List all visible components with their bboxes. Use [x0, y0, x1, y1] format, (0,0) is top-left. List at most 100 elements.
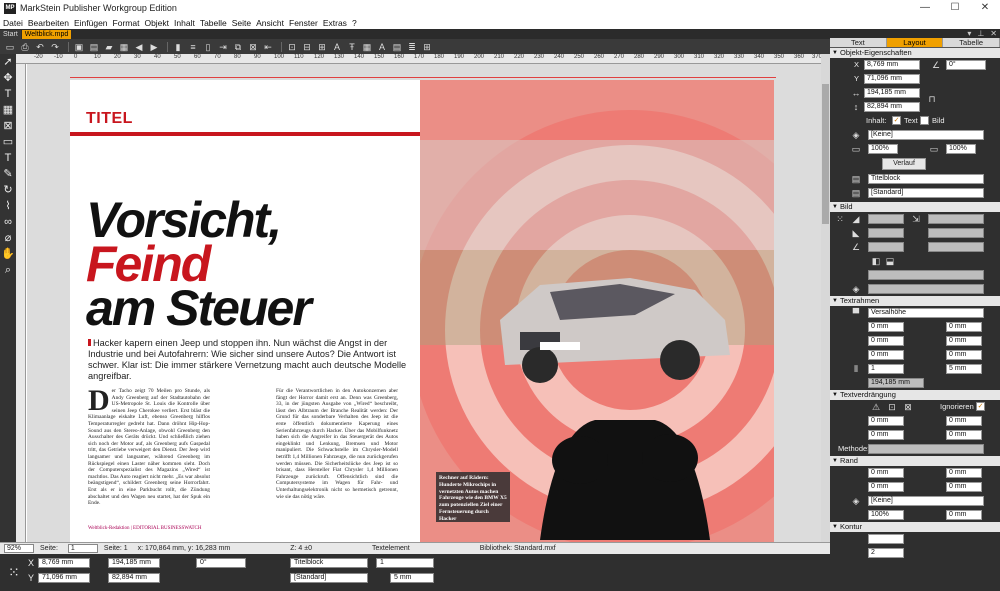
contour-style-select[interactable]	[868, 534, 904, 544]
select-arrow-icon[interactable]: ➚	[0, 54, 16, 70]
obj-opacity-field[interactable]: 100%	[868, 144, 898, 154]
page-delete-icon[interactable]: ⊠	[247, 42, 259, 52]
content-tool-icon[interactable]: ✥	[0, 70, 16, 86]
rotate-tool-icon[interactable]: ↻	[0, 182, 16, 198]
menu-help[interactable]: ?	[352, 18, 357, 28]
panel-close-icon[interactable]: ✕	[990, 29, 997, 38]
column-gap-field[interactable]: 5 mm	[946, 364, 982, 374]
page-export-icon[interactable]: ⇤	[262, 42, 274, 52]
eyedropper-icon[interactable]: ⌇	[0, 198, 16, 214]
menu-ansicht[interactable]: Ansicht	[256, 18, 284, 28]
obj-width-field[interactable]: 194,185 mm	[864, 88, 920, 98]
text-frame-icon[interactable]: ⊞	[316, 42, 328, 52]
menu-seite[interactable]: Seite	[232, 18, 251, 28]
section-bild-header[interactable]: Bild	[830, 202, 1000, 212]
bottom-width-field[interactable]: 194,185 mm	[108, 558, 160, 568]
lead-text[interactable]: Hacker kapern einen Jeep und stoppen ihn…	[88, 338, 408, 382]
tab-text[interactable]: Text	[830, 38, 887, 47]
panel-pin-icon[interactable]: ⊥	[977, 29, 984, 38]
menu-format[interactable]: Format	[113, 18, 140, 28]
section-textrahmen-header[interactable]: Textrahmen	[830, 296, 1000, 306]
bottom-x-field[interactable]: 8,769 mm	[38, 558, 90, 568]
zoom-field[interactable]: 92%	[4, 544, 34, 553]
type-settings-icon[interactable]: Ŧ	[346, 42, 358, 52]
inset-bottom-field[interactable]: 0 mm	[946, 322, 982, 332]
border-bottom-field[interactable]: 0 mm	[868, 482, 904, 492]
inset-6-field[interactable]: 0 mm	[946, 350, 982, 360]
headline[interactable]: Vorsicht, Feind am Steuer	[86, 195, 416, 333]
bottom-angle-field[interactable]: 0°	[196, 558, 246, 568]
bottom-height-field[interactable]: 82,894 mm	[108, 573, 160, 583]
page-list-icon[interactable]: ≡	[187, 42, 199, 52]
maximize-button[interactable]: ☐	[940, 0, 970, 16]
page-first-icon[interactable]: ▮	[172, 42, 184, 52]
method-select[interactable]	[868, 444, 984, 454]
reference-point-icon[interactable]: ⁙	[8, 564, 20, 581]
wrap-contour-icon[interactable]: ⊠	[902, 402, 914, 412]
menu-inhalt[interactable]: Inhalt	[174, 18, 195, 28]
menu-tabelle[interactable]: Tabelle	[200, 18, 227, 28]
image-color-select[interactable]	[868, 284, 984, 294]
right-page-image[interactable]: Rechner auf Rädern: Hunderte Mikrochips …	[420, 80, 774, 542]
body-column-2[interactable]: Für die Verantwortlichen in den Autokonz…	[276, 388, 398, 500]
lock-ratio-icon[interactable]: ⊓	[926, 94, 938, 104]
new-document-icon[interactable]: ▭	[4, 42, 16, 52]
layout-icon[interactable]: ▤	[391, 42, 403, 52]
border-right-field[interactable]: 0 mm	[946, 468, 982, 478]
border-top-field[interactable]: 0 mm	[868, 468, 904, 478]
wrap-right-field[interactable]: 0 mm	[946, 430, 982, 440]
open-folder-icon[interactable]: ▰	[103, 42, 115, 52]
align-icon[interactable]: ≣	[406, 42, 418, 52]
bottom-columns-field[interactable]: 1	[376, 558, 434, 568]
content-image-checkbox[interactable]	[920, 116, 929, 125]
border-left-field[interactable]: 0 mm	[946, 482, 982, 492]
vertical-ruler[interactable]	[16, 64, 26, 542]
text-tool-icon[interactable]: T	[0, 86, 16, 102]
section-textverdraengung-header[interactable]: Textverdrängung	[830, 390, 1000, 400]
bottom-style-select[interactable]: [Standard]	[290, 573, 368, 583]
section-objekt-header[interactable]: Objekt-Eigenschaften	[830, 48, 1000, 58]
save-as-icon[interactable]: ▤	[88, 42, 100, 52]
tab-start[interactable]: Start	[0, 30, 21, 39]
image-file-field[interactable]	[868, 270, 984, 280]
obj-x-field[interactable]: 8,769 mm	[864, 60, 920, 70]
bottom-gap-field[interactable]: 5 mm	[390, 573, 434, 583]
obj-y-field[interactable]: 71,096 mm	[864, 74, 920, 84]
pen-tool-icon[interactable]: ✎	[0, 166, 16, 182]
menu-einfuegen[interactable]: Einfügen	[74, 18, 108, 28]
obj-style-select[interactable]: [Standard]	[868, 188, 984, 198]
undo-icon[interactable]: ↶	[34, 42, 46, 52]
font-tool-icon[interactable]: A	[331, 42, 343, 52]
obj-fill-color-select[interactable]: [Keine]	[868, 130, 984, 140]
hand-tool-icon[interactable]: ✋	[0, 246, 16, 262]
menu-datei[interactable]: Datei	[3, 18, 23, 28]
tab-tabelle[interactable]: Tabelle	[943, 38, 1000, 47]
section-kontur-header[interactable]: Kontur	[830, 522, 1000, 532]
obj-angle-field[interactable]: 0°	[946, 60, 986, 70]
unlink-frames-icon[interactable]: ⊟	[301, 42, 313, 52]
image-scale-y-field[interactable]	[868, 228, 904, 238]
redo-icon[interactable]: ↷	[49, 42, 61, 52]
minimize-button[interactable]: —	[910, 0, 940, 16]
contour-width-field[interactable]: 2	[868, 548, 904, 558]
first-baseline-select[interactable]: Versalhöhe	[868, 308, 984, 318]
image-caption[interactable]: Rechner auf Rädern: Hunderte Mikrochips …	[436, 472, 510, 522]
bottom-frame-type-select[interactable]: Titelblock	[290, 558, 368, 568]
border-stroke-field[interactable]: 0 mm	[946, 510, 982, 520]
menu-fenster[interactable]: Fenster	[289, 18, 318, 28]
tab-layout[interactable]: Layout	[886, 38, 944, 47]
image-frame-icon[interactable]: ⊠	[0, 118, 16, 134]
flip-v-icon[interactable]: ⬓	[884, 256, 896, 266]
table-icon[interactable]: ▦	[361, 42, 373, 52]
border-tint-field[interactable]: 100%	[868, 510, 904, 520]
print-icon[interactable]: ⎙	[19, 42, 31, 52]
menu-extras[interactable]: Extras	[323, 18, 347, 28]
menu-bearbeiten[interactable]: Bearbeiten	[28, 18, 69, 28]
left-page[interactable]: TITEL Vorsicht, Feind am Steuer Hacker k…	[70, 80, 420, 542]
wrap-warning-icon[interactable]: ⚠	[870, 402, 882, 412]
text-frame-tool-icon[interactable]: T	[0, 150, 16, 166]
section-rand-header[interactable]: Rand	[830, 456, 1000, 466]
image-offset-y-field[interactable]	[928, 228, 984, 238]
border-color-select[interactable]: [Keine]	[868, 496, 984, 506]
horizontal-ruler[interactable]: -20 -10 0 10 20 30 40 50 60 70 80 90 100…	[16, 54, 830, 64]
